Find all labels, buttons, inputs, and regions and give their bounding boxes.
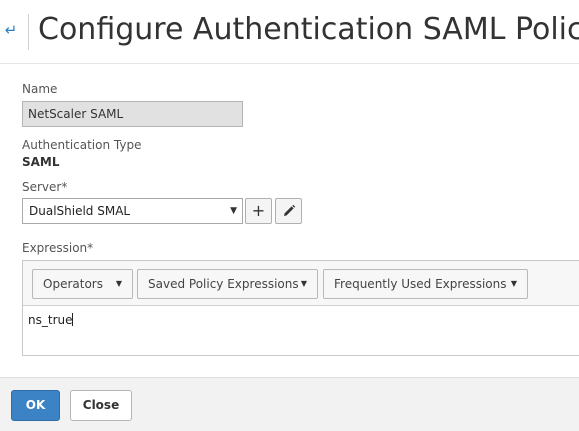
policy-form: Name NetScaler SAML Authentication Type … [0,65,579,377]
operators-label: Operators [43,277,103,291]
ok-button[interactable]: OK [11,390,60,421]
server-select-value: DualShield SMAL [29,204,131,218]
name-field[interactable]: NetScaler SAML [22,101,243,127]
saved-policy-expressions-label: Saved Policy Expressions [148,277,299,291]
back-arrow-icon[interactable]: ↵ [2,21,20,39]
expression-input[interactable]: ns_true [28,313,74,327]
header-divider [28,14,29,50]
authentication-type-value: SAML [22,155,60,169]
text-cursor [72,313,74,326]
expression-label: Expression* [22,241,94,255]
authentication-type-label: Authentication Type [22,138,142,152]
edit-server-button[interactable] [275,198,302,224]
dialog-footer: OK Close [0,377,579,431]
chevron-down-icon: ▼ [230,206,237,216]
saved-policy-expressions-dropdown[interactable]: Saved Policy Expressions ▼ [137,269,318,299]
name-label: Name [22,82,58,96]
page-title: Configure Authentication SAML Policy [38,12,579,47]
add-server-button[interactable]: + [245,198,272,224]
operators-dropdown[interactable]: Operators ▼ [32,269,133,299]
server-select[interactable]: DualShield SMAL ▼ [22,198,243,224]
frequently-used-expressions-label: Frequently Used Expressions [334,277,507,291]
expression-value: ns_true [28,313,73,327]
pencil-icon [283,204,295,216]
chevron-down-icon: ▼ [510,279,517,288]
expression-toolbar: Operators ▼ Saved Policy Expressions ▼ F… [23,261,579,306]
close-button[interactable]: Close [70,390,132,421]
server-label: Server* [22,180,68,194]
frequently-used-expressions-dropdown[interactable]: Frequently Used Expressions ▼ [323,269,528,299]
expression-editor[interactable]: Operators ▼ Saved Policy Expressions ▼ F… [22,260,579,356]
chevron-down-icon: ▼ [300,279,307,288]
chevron-down-icon: ▼ [115,279,122,288]
page-header: ↵ Configure Authentication SAML Policy [0,0,579,64]
plus-icon: + [251,201,266,220]
